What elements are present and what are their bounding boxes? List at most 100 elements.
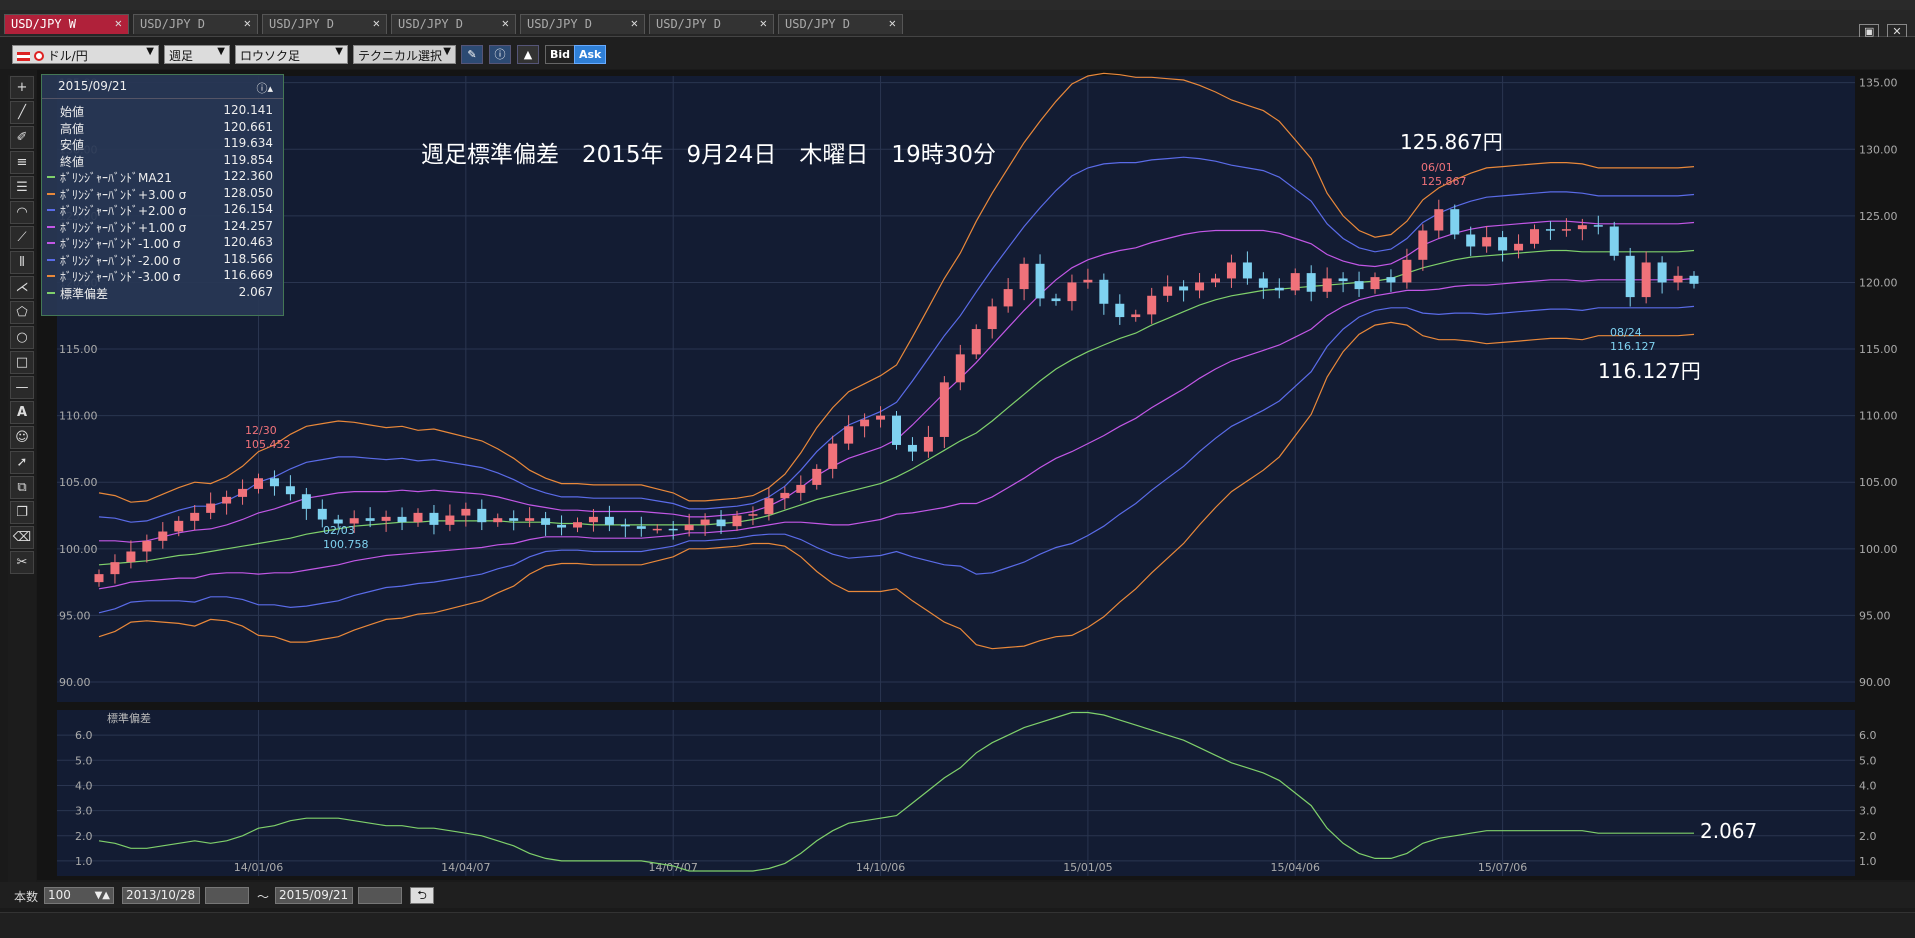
tab-1[interactable]: USD/JPY D ✕ xyxy=(133,14,258,34)
ohlc-info-panel: 2015/09/21 ⓘ▴ 始値 120.141 高値 120.661 安値 119.63… xyxy=(41,74,284,316)
circle-tool-icon[interactable]: ○ xyxy=(10,326,34,349)
candle-body xyxy=(1019,263,1029,290)
chevron-down-icon: ▼ xyxy=(335,46,343,57)
candle-body xyxy=(541,518,551,525)
candle-body xyxy=(1067,282,1077,302)
info-row-label: 始値 xyxy=(60,105,85,119)
x-tick-label: 14/04/07 xyxy=(441,861,490,874)
to-date-field[interactable]: 2015/09/21 xyxy=(275,887,353,904)
info-button[interactable]: ⓘ xyxy=(489,45,511,64)
count-stepper[interactable]: 100 ▼▲ xyxy=(44,887,114,904)
parallel-lines-tool-icon[interactable]: ≡ xyxy=(10,151,34,174)
text-tool-icon[interactable]: A xyxy=(10,401,34,424)
tab-label: USD/JPY D xyxy=(398,17,464,31)
polygon-tool-icon[interactable]: ⬠ xyxy=(10,301,34,324)
fan-tool-icon[interactable]: ⟋ xyxy=(10,226,34,249)
x-tick-label: 14/01/06 xyxy=(234,861,283,874)
copy-tool-icon[interactable]: ⧉ xyxy=(10,476,34,499)
candle-body xyxy=(174,520,184,532)
x-tick-label: 15/01/05 xyxy=(1063,861,1112,874)
tab-6[interactable]: USD/JPY D ✕ xyxy=(778,14,903,34)
info-row-label: ﾎﾞﾘﾝｼﾞｬｰﾊﾞﾝﾄﾞMA21 xyxy=(60,171,172,185)
tab-label: USD/JPY D xyxy=(785,17,851,31)
chart-type-select[interactable]: ロウソク足 ▼ xyxy=(235,45,348,64)
chevron-down-icon: ▼ xyxy=(443,46,451,57)
chart-toolbar: ドル/円 ▼ 週足 ▼ ロウソク足 ▼ テクニカル選択 ▼ ✎ ⓘ ▲ Bid … xyxy=(0,37,1915,69)
period-select[interactable]: 週足 ▼ xyxy=(164,45,230,64)
hline-tool-icon[interactable]: — xyxy=(10,376,34,399)
technical-select-button[interactable]: テクニカル選択 ▼ xyxy=(353,45,456,64)
x-tick-label: 14/10/06 xyxy=(856,861,905,874)
main-y-tick-left: 110.00 xyxy=(59,410,98,423)
rectangle-tool-icon[interactable]: □ xyxy=(10,351,34,374)
chart-shape-button[interactable]: ▲ xyxy=(517,45,539,64)
candle-body xyxy=(206,503,216,513)
trendline-tool-icon[interactable]: ╱ xyxy=(10,101,34,124)
sub-y-tick-right: 4.0 xyxy=(1859,779,1877,792)
layers-tool-icon[interactable]: ❐ xyxy=(10,501,34,524)
candle-body xyxy=(939,382,949,437)
series-swatch xyxy=(47,291,55,294)
candle-body xyxy=(1306,273,1316,292)
vertical-lines-tool-icon[interactable]: ⦀ xyxy=(10,251,34,274)
candle-body xyxy=(573,522,582,528)
tab-4[interactable]: USD/JPY D ✕ xyxy=(520,14,645,34)
candle-body xyxy=(1274,287,1284,291)
pitchfork-tool-icon[interactable]: ⋌ xyxy=(10,276,34,299)
info-row: ﾎﾞﾘﾝｼﾞｬｰﾊﾞﾝﾄﾞ+3.00 σ 128.050 xyxy=(42,186,283,203)
tab-5[interactable]: USD/JPY D ✕ xyxy=(649,14,774,34)
ray-tool-icon[interactable]: ✐ xyxy=(10,126,34,149)
close-tab-icon[interactable]: ✕ xyxy=(631,16,638,30)
info-collapse-icon[interactable]: ⓘ▴ xyxy=(256,80,273,96)
horizontal-lines-tool-icon[interactable]: ☰ xyxy=(10,176,34,199)
candle-body xyxy=(876,415,886,420)
refresh-button[interactable]: ⮌ xyxy=(410,887,434,904)
main-y-tick-right: 95.00 xyxy=(1859,609,1891,622)
candle-body xyxy=(1577,225,1587,230)
eraser-all-tool-icon[interactable]: ✂ xyxy=(10,551,34,574)
info-row-value: 116.669 xyxy=(223,268,273,282)
series-swatch xyxy=(47,176,55,178)
info-row-label: 標準偏差 xyxy=(60,286,109,301)
crosshair-tool-icon[interactable]: + xyxy=(10,76,34,99)
close-tab-icon[interactable]: ✕ xyxy=(889,16,896,30)
candle-body xyxy=(812,468,822,485)
candle-body xyxy=(748,514,758,516)
main-y-tick-right: 130.00 xyxy=(1859,143,1898,156)
close-tab-icon[interactable]: ✕ xyxy=(244,16,251,30)
ask-button[interactable]: Ask xyxy=(574,45,607,64)
to-time-field[interactable] xyxy=(358,887,402,904)
candle-body xyxy=(349,518,359,524)
close-tab-icon[interactable]: ✕ xyxy=(760,16,767,30)
info-row-value: 2.067 xyxy=(238,284,273,299)
info-row-label: ﾎﾞﾘﾝｼﾞｬｰﾊﾞﾝﾄﾞ-1.00 σ xyxy=(60,237,181,251)
eraser-tool-icon[interactable]: ⌫ xyxy=(10,526,34,549)
fibonacci-arc-tool-icon[interactable]: ◠ xyxy=(10,201,34,224)
emoji-icon-tool-icon[interactable]: ☺ xyxy=(10,426,34,449)
sub-y-tick-left: 5.0 xyxy=(75,754,93,767)
cursor-tool-icon[interactable]: ➚ xyxy=(10,451,34,474)
series-swatch xyxy=(47,225,55,228)
tab-3[interactable]: USD/JPY D ✕ xyxy=(391,14,516,34)
tab-label: USD/JPY D xyxy=(527,17,593,31)
from-date-field[interactable]: 2013/10/28 xyxy=(122,887,200,904)
info-row-value: 118.566 xyxy=(223,251,273,266)
tab-label: USD/JPY D xyxy=(656,17,722,31)
pencil-button[interactable]: ✎ xyxy=(461,45,483,64)
chart-area[interactable]: 135.00135.00130.00130.00125.00125.00120.… xyxy=(37,70,1915,880)
candle-body xyxy=(190,512,200,521)
candle-body xyxy=(397,516,407,523)
info-row-value: 120.141 xyxy=(223,103,273,117)
main-y-tick-right: 90.00 xyxy=(1859,676,1891,689)
candle-body xyxy=(1450,209,1460,235)
main-y-tick-right: 100.00 xyxy=(1859,543,1898,556)
bid-button[interactable]: Bid xyxy=(545,45,576,64)
tab-2[interactable]: USD/JPY D ✕ xyxy=(262,14,387,34)
close-tab-icon[interactable]: ✕ xyxy=(115,16,122,30)
close-tab-icon[interactable]: ✕ xyxy=(373,16,380,30)
close-tab-icon[interactable]: ✕ xyxy=(502,16,509,30)
tab-0[interactable]: USD/JPY W ✕ xyxy=(4,14,129,34)
currency-select[interactable]: ドル/円 ▼ xyxy=(12,45,159,64)
us-flag-icon xyxy=(17,52,30,61)
from-time-field[interactable] xyxy=(205,887,249,904)
